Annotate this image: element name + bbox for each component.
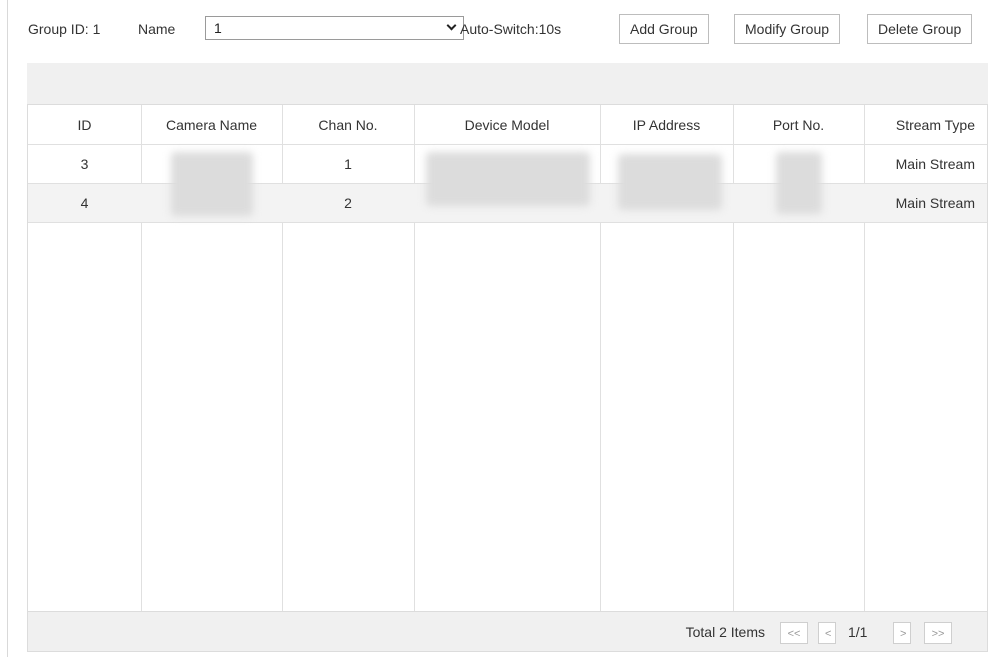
group-name-value: 1	[214, 20, 222, 36]
table-header: ID Camera Name Chan No. Device Model IP …	[28, 105, 987, 145]
modify-group-button[interactable]: Modify Group	[734, 14, 841, 44]
group-name-select[interactable]: 1	[205, 16, 464, 40]
cell-chan-no: 1	[344, 156, 352, 172]
page-indicator: 1/1	[848, 624, 868, 640]
redacted-camera-name	[171, 152, 253, 216]
auto-switch-label: Auto-Switch:10s	[460, 21, 562, 37]
header-id[interactable]: ID	[28, 105, 141, 144]
header-chan-no[interactable]: Chan No.	[282, 105, 414, 144]
add-group-button[interactable]: Add Group	[619, 14, 709, 44]
cell-id: 4	[80, 195, 89, 211]
delete-group-button[interactable]: Delete Group	[867, 14, 973, 44]
next-page-button[interactable]: >	[893, 622, 911, 644]
chevron-down-icon	[446, 20, 457, 31]
cell-id: 3	[80, 156, 89, 172]
header-stream-type[interactable]: Stream Type	[864, 105, 987, 144]
cell-stream-type: Main Stream	[895, 156, 975, 172]
table-footer: Total 2 Items << < 1/1 > >>	[28, 611, 987, 651]
name-label: Name	[138, 21, 176, 37]
prev-page-button[interactable]: <	[818, 622, 836, 644]
group-toolbar: Group ID: 1 Name 1 Auto-Switch:10s Add G…	[28, 14, 988, 44]
first-page-button[interactable]: <<	[780, 622, 808, 644]
table-top-band	[27, 63, 988, 104]
camera-table: ID Camera Name Chan No. Device Model IP …	[27, 104, 988, 652]
redacted-port-no	[776, 152, 822, 214]
header-device-model[interactable]: Device Model	[414, 105, 600, 144]
cell-chan-no: 2	[344, 195, 352, 211]
last-page-button[interactable]: >>	[924, 622, 952, 644]
redacted-device-model	[426, 152, 590, 206]
header-ip-address[interactable]: IP Address	[600, 105, 733, 144]
header-port-no[interactable]: Port No.	[733, 105, 864, 144]
redacted-ip-address	[618, 154, 722, 210]
cell-stream-type: Main Stream	[895, 195, 975, 211]
group-id-label: Group ID: 1	[28, 21, 101, 37]
header-camera-name[interactable]: Camera Name	[141, 105, 282, 144]
total-items-label: Total 2 Items	[685, 624, 765, 640]
